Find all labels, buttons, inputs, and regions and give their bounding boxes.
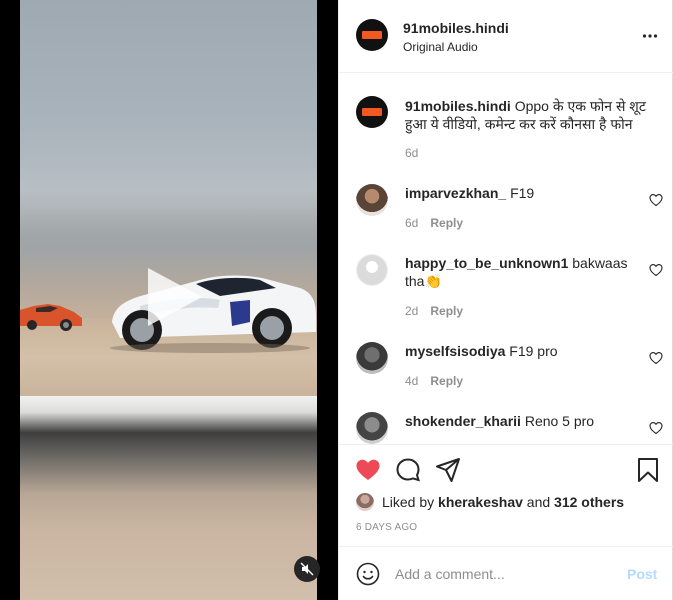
heart-outline-icon[interactable] [649,351,663,365]
comment-text: myselfsisodiya F19 pro [405,342,645,360]
heart-outline-icon[interactable] [649,421,663,435]
video-scene-top [20,0,317,396]
reply-button[interactable]: Reply [430,304,463,318]
caption-avatar[interactable] [356,96,388,128]
white-toy-car-image [110,275,316,353]
post-header: 91mobiles.hindi Original Audio [339,0,673,73]
heart-outline-icon[interactable] [649,263,663,277]
comments-list[interactable]: 91mobiles.hindi Oppo के एक फोन से शूट हु… [339,74,673,444]
author-username[interactable]: 91mobiles.hindi [403,20,509,36]
comment-body: Reno 5 pro [524,413,595,429]
reply-button[interactable]: Reply [430,216,463,230]
comment-time[interactable]: 2d [405,304,418,318]
comment-username[interactable]: imparvezkhan_ [405,185,506,201]
post-timestamp[interactable]: 6 DAYS AGO [356,522,417,533]
post-sidebar: 91mobiles.hindi Original Audio 91mobiles… [338,0,673,600]
comment-meta: 6d Reply [405,216,463,230]
video-frame[interactable] [20,0,317,600]
caption-username[interactable]: 91mobiles.hindi [405,98,511,114]
comment-text: imparvezkhan_ F19 [405,184,645,202]
video-panel[interactable] [0,0,338,600]
speaker-muted-icon [300,562,314,576]
comment-time[interactable]: 6d [405,216,418,230]
more-options-icon[interactable] [642,28,658,44]
liker-avatar[interactable] [356,493,374,511]
comment-avatar[interactable] [356,184,388,216]
post-actions: Liked by kherakeshav and 312 others 6 DA… [339,444,673,546]
liker-username[interactable]: kherakeshav [438,494,523,510]
likes-others-link[interactable]: 312 others [554,494,624,510]
audio-label[interactable]: Original Audio [403,40,478,54]
author-avatar[interactable] [356,19,388,51]
comment-meta: 4d Reply [405,374,463,388]
mute-icon[interactable] [294,556,320,582]
likes-summary: Liked by kherakeshav and 312 others [356,492,624,512]
reply-button[interactable]: Reply [430,374,463,388]
comment-input[interactable] [395,562,615,586]
comment-meta: 2d Reply [405,304,463,318]
comment-avatar-default[interactable] [356,254,388,286]
bookmark-icon[interactable] [635,457,661,483]
comment-text: happy_to_be_unknown1 bakwaas tha👏 [405,254,645,290]
caption-time[interactable]: 6d [405,146,418,160]
red-toy-car-image [20,304,82,331]
likes-prefix: Liked by [382,494,435,510]
emoji-icon[interactable] [356,562,380,586]
caption: 91mobiles.hindi Oppo के एक फोन से शूट हु… [405,97,660,133]
comment-username[interactable]: shokender_kharii [405,413,521,429]
comment-text: shokender_kharii Reno 5 pro [405,412,645,430]
comment-composer: Post [339,546,673,600]
comment-body: F19 [510,185,535,201]
heart-filled-icon[interactable] [355,457,381,483]
comment-username[interactable]: happy_to_be_unknown1 [405,255,568,271]
comment-icon[interactable] [395,457,421,483]
comment-time[interactable]: 4d [405,374,418,388]
heart-outline-icon[interactable] [649,193,663,207]
post-comment-button[interactable]: Post [627,566,657,582]
comment-username[interactable]: myselfsisodiya [405,343,505,359]
play-icon[interactable] [142,264,206,330]
share-icon[interactable] [435,457,461,483]
video-scene-bottom [20,396,317,600]
comment-avatar[interactable] [356,342,388,374]
likes-and: and [526,494,551,510]
comment-body: F19 pro [509,343,558,359]
comment-avatar[interactable] [356,412,388,444]
